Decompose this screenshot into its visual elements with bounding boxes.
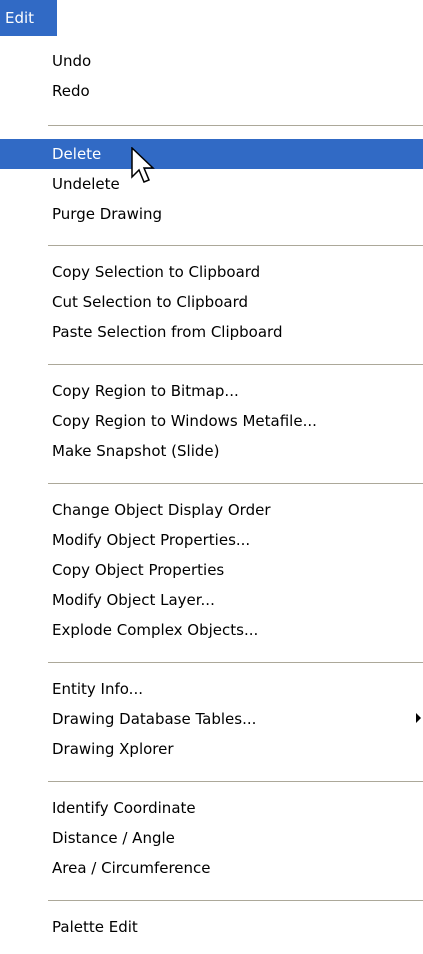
- menu-item-drawing-xplorer[interactable]: Drawing Xplorer: [0, 734, 423, 764]
- menu-item-palette-edit[interactable]: Palette Edit: [0, 912, 423, 942]
- menu-item-cut-selection[interactable]: Cut Selection to Clipboard: [0, 287, 423, 317]
- menu-item-redo[interactable]: Redo: [0, 76, 423, 106]
- menu-item-undo[interactable]: Undo: [0, 46, 423, 76]
- menu-separator: [48, 662, 423, 664]
- menu-item-purge-drawing[interactable]: Purge Drawing: [0, 199, 423, 229]
- menu-separator: [48, 900, 423, 902]
- menu-item-delete[interactable]: Delete: [0, 139, 423, 169]
- submenu-arrow-icon: [416, 713, 421, 723]
- menu-item-distance-angle[interactable]: Distance / Angle: [0, 823, 423, 853]
- menu-bar: Edit: [0, 0, 423, 36]
- menu-item-copy-region-metafile[interactable]: Copy Region to Windows Metafile...: [0, 406, 423, 436]
- menu-separator: [48, 245, 423, 247]
- menu-item-copy-selection[interactable]: Copy Selection to Clipboard: [0, 257, 423, 287]
- menu-separator: [48, 483, 423, 485]
- menu-item-modify-object-layer[interactable]: Modify Object Layer...: [0, 585, 423, 615]
- menu-item-modify-object-properties[interactable]: Modify Object Properties...: [0, 525, 423, 555]
- menu-item-drawing-database-tables[interactable]: Drawing Database Tables...: [0, 704, 423, 734]
- menu-separator: [48, 781, 423, 783]
- menu-item-explode-complex-objects[interactable]: Explode Complex Objects...: [0, 615, 423, 645]
- edit-dropdown-menu: Undo Redo Delete Undelete Purge Drawing …: [0, 36, 423, 954]
- menu-item-make-snapshot[interactable]: Make Snapshot (Slide): [0, 436, 423, 466]
- menu-item-copy-object-properties[interactable]: Copy Object Properties: [0, 555, 423, 585]
- menu-item-change-display-order[interactable]: Change Object Display Order: [0, 495, 423, 525]
- menu-item-area-circumference[interactable]: Area / Circumference: [0, 853, 423, 883]
- menu-separator: [48, 125, 423, 127]
- menu-separator: [48, 364, 423, 366]
- menu-item-identify-coordinate[interactable]: Identify Coordinate: [0, 793, 423, 823]
- menu-item-paste-selection[interactable]: Paste Selection from Clipboard: [0, 317, 423, 347]
- menu-item-entity-info[interactable]: Entity Info...: [0, 674, 423, 704]
- edit-menu-title[interactable]: Edit: [0, 0, 57, 36]
- menu-item-undelete[interactable]: Undelete: [0, 169, 423, 199]
- menu-item-label: Drawing Database Tables...: [52, 710, 257, 728]
- arrow-cursor-icon: [131, 147, 155, 183]
- menu-item-copy-region-bitmap[interactable]: Copy Region to Bitmap...: [0, 376, 423, 406]
